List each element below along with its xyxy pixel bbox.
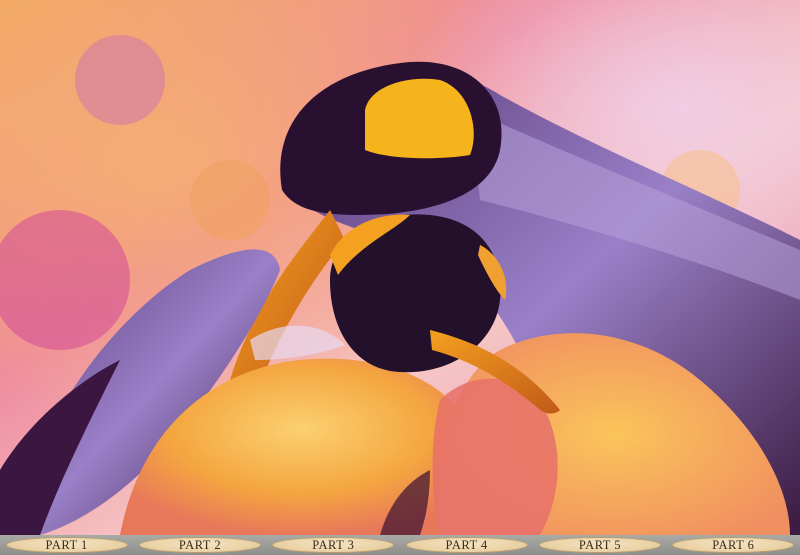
part-5-button[interactable]: PART 5 [538,537,661,553]
penguin-painting [0,0,800,535]
part-6-button[interactable]: PART 6 [672,537,795,553]
part-3-button[interactable]: PART 3 [272,537,395,553]
part-2-button[interactable]: PART 2 [138,537,261,553]
part-selector-bar: PART 1 PART 2 PART 3 PART 4 PART 5 PART … [0,535,800,555]
part-1-button[interactable]: PART 1 [5,537,128,553]
part-4-button[interactable]: PART 4 [405,537,528,553]
puzzle-stage: PART 1 PART 2 PART 3 PART 4 PART 5 PART … [0,0,800,555]
painting-svg [0,0,800,535]
